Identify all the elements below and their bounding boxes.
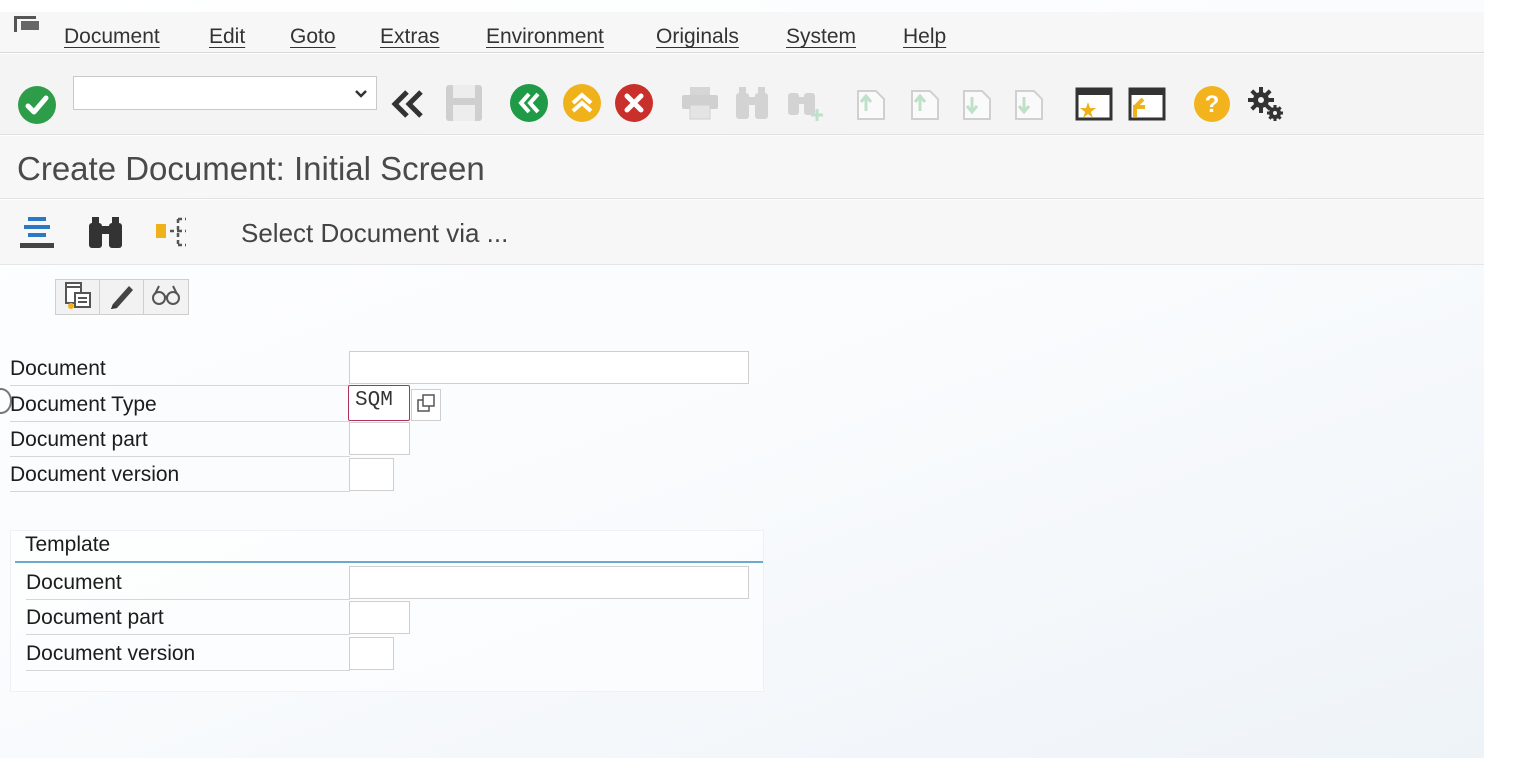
document-part-label: Document part: [10, 422, 350, 457]
document-type-row: Document Type: [10, 387, 350, 423]
value-help-icon: [416, 393, 436, 418]
document-version-field[interactable]: [349, 458, 394, 491]
document-version-label: Document version: [10, 457, 350, 492]
value-help-button[interactable]: [411, 389, 441, 421]
template-document-label: Document: [26, 565, 350, 600]
back-double-icon[interactable]: [390, 88, 426, 125]
template-document-version-field[interactable]: [349, 637, 394, 670]
next-page-icon[interactable]: [958, 85, 994, 128]
previous-page-icon[interactable]: [906, 85, 942, 128]
title-bar: Create Document: Initial Screen: [0, 136, 1484, 199]
document-row: Document: [10, 351, 350, 387]
pencil-icon: [107, 280, 137, 315]
sap-window: Document Edit Goto Extras Environment Or…: [0, 0, 1484, 758]
document-part-row: Document part: [10, 422, 350, 458]
glasses-icon: [150, 282, 182, 313]
create-button[interactable]: [56, 280, 100, 314]
template-document-version-row: Document version: [26, 636, 350, 672]
menu-help[interactable]: Help: [903, 25, 946, 49]
print-icon[interactable]: [680, 85, 720, 126]
command-field[interactable]: [73, 76, 377, 110]
menu-icon[interactable]: [12, 14, 44, 41]
menu-goto[interactable]: Goto: [290, 25, 336, 49]
template-group-title: Template: [25, 533, 111, 556]
menu-edit[interactable]: Edit: [209, 25, 245, 49]
menu-environment[interactable]: Environment: [486, 25, 604, 49]
find-icon[interactable]: [734, 85, 770, 126]
menu-originals[interactable]: Originals: [656, 25, 739, 49]
document-version-row: Document version: [10, 457, 350, 493]
template-document-version-label: Document version: [26, 636, 350, 671]
select-document-via-button[interactable]: Select Document via ...: [241, 218, 508, 249]
template-document-row: Document: [26, 565, 350, 601]
page-title: Create Document: Initial Screen: [17, 150, 485, 187]
enter-icon[interactable]: [17, 85, 57, 130]
customize-layout-icon[interactable]: [1246, 85, 1286, 128]
template-document-part-row: Document part: [26, 600, 350, 636]
document-type-label: Document Type: [10, 387, 350, 422]
exit-icon[interactable]: [562, 83, 602, 128]
last-page-icon[interactable]: [1010, 85, 1046, 128]
structure-icon[interactable]: [154, 215, 192, 256]
document-type-field[interactable]: SQM: [348, 385, 410, 421]
save-icon[interactable]: [444, 83, 484, 128]
create-session-icon[interactable]: [1074, 85, 1114, 128]
first-page-icon[interactable]: [852, 85, 888, 128]
list-icon[interactable]: [18, 215, 56, 254]
command-input[interactable]: [74, 77, 352, 109]
display-button[interactable]: [144, 280, 188, 314]
menu-bar: Document Edit Goto Extras Environment Or…: [0, 12, 1484, 53]
help-icon[interactable]: ?: [1193, 85, 1231, 128]
back-icon[interactable]: [509, 83, 549, 128]
change-button[interactable]: [100, 280, 144, 314]
generate-shortcut-icon[interactable]: [1127, 85, 1167, 128]
document-field[interactable]: [349, 351, 749, 384]
menu-system[interactable]: System: [786, 25, 856, 49]
find-next-icon[interactable]: [786, 85, 826, 128]
group-divider: [15, 561, 763, 563]
find-icon[interactable]: [87, 215, 125, 254]
standard-toolbar: ?: [0, 54, 1484, 135]
template-document-part-field[interactable]: [349, 601, 410, 634]
application-toolbar: Select Document via ...: [0, 200, 1484, 265]
document-label: Document: [10, 351, 350, 386]
menu-document[interactable]: Document: [64, 25, 160, 49]
cancel-icon[interactable]: [614, 83, 654, 128]
mode-button-group: [55, 279, 189, 315]
template-document-field[interactable]: [349, 566, 749, 599]
command-dropdown-icon[interactable]: [354, 86, 368, 104]
svg-text:?: ?: [1205, 91, 1220, 118]
document-type-value: SQM: [355, 389, 393, 412]
menu-extras[interactable]: Extras: [380, 25, 440, 49]
document-part-field[interactable]: [349, 422, 410, 455]
template-document-part-label: Document part: [26, 600, 350, 635]
create-icon: [63, 280, 93, 315]
